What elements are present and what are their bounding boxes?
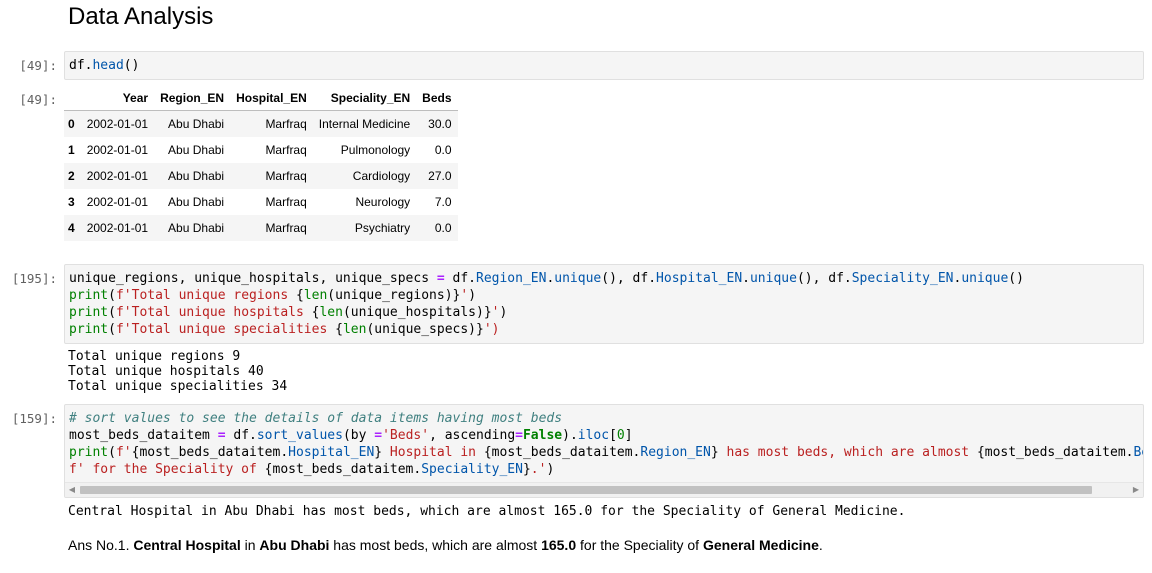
horizontal-scrollbar[interactable]: ◀ ▶ xyxy=(65,482,1143,497)
table-header-row: Year Region_EN Hospital_EN Speciality_EN… xyxy=(64,86,458,111)
cell-1-code-editor[interactable]: df.head() xyxy=(64,51,1144,80)
answer-mid: has most beds, which are almost xyxy=(329,537,542,553)
table-cell: 2002-01-01 xyxy=(86,221,149,235)
table-cell: Abu Dhabi xyxy=(168,195,225,209)
table-cell: Marfraq xyxy=(265,221,307,235)
cell-2-output: Total unique regions 9 Total unique hospi… xyxy=(68,349,287,394)
table-cell: 0.0 xyxy=(434,221,452,235)
answer-end: . xyxy=(818,537,823,553)
answer-tail: for the Speciality of xyxy=(576,537,703,553)
table-row: 1 2002-01-01 Abu Dhabi Marfraq Pulmonolo… xyxy=(64,137,458,163)
row-index: 4 xyxy=(68,221,75,235)
table-cell: Pulmonology xyxy=(340,143,411,157)
table-cell: 2002-01-01 xyxy=(86,169,149,183)
table-cell: Cardiology xyxy=(352,169,411,183)
row-index: 0 xyxy=(68,117,75,131)
table-cell: Psychiatry xyxy=(354,221,411,235)
table-cell: Marfraq xyxy=(265,195,307,209)
table-row: 4 2002-01-01 Abu Dhabi Marfraq Psychiatr… xyxy=(64,215,458,241)
answer-prefix: Ans No.1. xyxy=(68,537,134,553)
cell-2-code-line: print(f'Total unique regions {len(unique… xyxy=(69,288,477,303)
cell-2-code-editor[interactable]: unique_regions, unique_hospitals, unique… xyxy=(64,264,1144,344)
cell-1-output-prompt: [49]: xyxy=(19,92,57,107)
table-row: 3 2002-01-01 Abu Dhabi Marfraq Neurology… xyxy=(64,189,458,215)
table-cell: Marfraq xyxy=(265,143,307,157)
table-cell: Abu Dhabi xyxy=(168,169,225,183)
answer-speciality: General Medicine xyxy=(702,537,819,553)
table-cell: Neurology xyxy=(355,195,411,209)
scrollbar-thumb[interactable] xyxy=(80,486,1092,494)
table-cell: 2002-01-01 xyxy=(86,195,149,209)
table-cell: Abu Dhabi xyxy=(168,117,225,131)
output-line: Total unique regions 9 xyxy=(68,349,241,364)
column-header: Beds xyxy=(416,86,458,111)
table-row: 2 2002-01-01 Abu Dhabi Marfraq Cardiolog… xyxy=(64,163,458,189)
cell-1-code-line: df.head() xyxy=(69,58,140,73)
index-header xyxy=(64,86,81,111)
table-cell: Internal Medicine xyxy=(318,117,411,131)
cell-3-output: Central Hospital in Abu Dhabi has most b… xyxy=(68,504,906,519)
answer-hospital: Central Hospital xyxy=(133,537,241,553)
column-header: Region_EN xyxy=(154,86,231,111)
table-cell: 2002-01-01 xyxy=(86,117,149,131)
cell-2-code-line: print(f'Total unique specialities {len(u… xyxy=(69,322,500,337)
output-line: Total unique hospitals 40 xyxy=(68,364,264,379)
table-cell: 0.0 xyxy=(434,143,452,157)
table-cell: 7.0 xyxy=(434,195,452,209)
table-cell: Abu Dhabi xyxy=(168,221,225,235)
cell-3-code-line: f' for the Speciality of {most_beds_data… xyxy=(69,462,555,477)
row-index: 1 xyxy=(68,143,75,157)
row-index: 3 xyxy=(68,195,75,209)
answer-beds: 165.0 xyxy=(541,537,577,553)
table-cell: 2002-01-01 xyxy=(86,143,149,157)
cell-1-input-prompt: [49]: xyxy=(19,58,57,73)
output-line: Total unique specialities 34 xyxy=(68,379,288,394)
answer-in: in xyxy=(240,537,260,553)
cell-3-code-line: print(f'{most_beds_dataitem.Hospital_EN}… xyxy=(69,445,1143,460)
scroll-right-icon[interactable]: ▶ xyxy=(1129,483,1143,497)
cell-3-input-prompt: [159]: xyxy=(11,411,57,426)
column-header: Hospital_EN xyxy=(230,86,313,111)
cell-3-code-editor[interactable]: # sort values to see the details of data… xyxy=(64,404,1144,498)
column-header: Year xyxy=(80,86,155,111)
row-index: 2 xyxy=(68,169,75,183)
cell-2-code-line: unique_regions, unique_hospitals, unique… xyxy=(69,271,1024,286)
table-cell: 30.0 xyxy=(428,117,452,131)
table-cell: Marfraq xyxy=(265,117,307,131)
cell-2-input-prompt: [195]: xyxy=(11,271,57,286)
table-cell: Marfraq xyxy=(265,169,307,183)
scroll-left-icon[interactable]: ◀ xyxy=(65,483,79,497)
answer-region: Abu Dhabi xyxy=(259,537,330,553)
cell-3-code-line: # sort values to see the details of data… xyxy=(69,411,563,426)
section-title: Data Analysis xyxy=(68,3,214,30)
table-cell: 27.0 xyxy=(428,169,452,183)
cell-3-code-line: most_beds_dataitem = df.sort_values(by =… xyxy=(69,428,633,443)
table-row: 0 2002-01-01 Abu Dhabi Marfraq Internal … xyxy=(64,110,458,137)
column-header: Speciality_EN xyxy=(312,86,417,111)
table-cell: Abu Dhabi xyxy=(168,143,225,157)
dataframe-table: Year Region_EN Hospital_EN Speciality_EN… xyxy=(64,86,458,241)
answer-text: Ans No.1. Central Hospital in Abu Dhabi … xyxy=(68,537,823,553)
cell-2-code-line: print(f'Total unique hospitals {len(uniq… xyxy=(69,305,508,320)
